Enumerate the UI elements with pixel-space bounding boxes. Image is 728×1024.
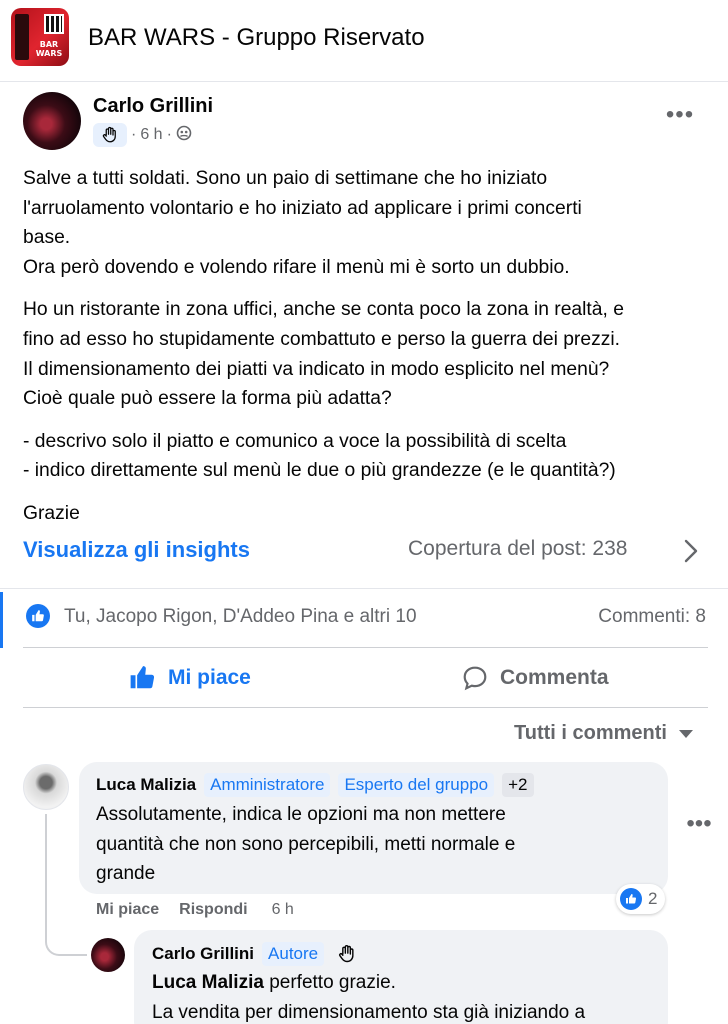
author-badge[interactable]: Autore (262, 942, 325, 966)
logo-qr-code (44, 14, 64, 34)
post-line: - descrivo solo il piatto e comunico a v… (23, 430, 567, 452)
mention-link[interactable]: Luca Malizia (152, 972, 264, 993)
group-title[interactable]: BAR WARS - Gruppo Riservato (88, 24, 425, 52)
divider (23, 647, 708, 648)
post-line: Grazie (23, 502, 80, 524)
thread-connector (45, 938, 87, 956)
post-time[interactable]: 6 h (140, 126, 162, 144)
like-label: Mi piace (168, 666, 251, 689)
comment-actions: Mi piace Rispondi 6 h (96, 901, 294, 919)
post-author-name[interactable]: Carlo Grillini (93, 95, 213, 118)
more-badges[interactable]: +2 (502, 773, 534, 797)
post-line: Il dimensionamento dei piatti va indicat… (23, 358, 610, 380)
logo-strip (15, 14, 29, 60)
divider (23, 707, 708, 708)
like-icon (130, 666, 155, 689)
like-reaction-icon[interactable] (26, 604, 50, 628)
post-paragraph-3: - descrivo solo il piatto e comunico a v… (23, 427, 713, 486)
view-insights-link[interactable]: Visualizza gli insights (23, 537, 250, 563)
comment-line: Assolutamente, indica le opzioni ma non … (96, 804, 506, 825)
meta-separator-2: · (166, 126, 172, 143)
post-line: Salve a tutti soldati. Sono un paio di s… (23, 168, 548, 189)
comment-label: Commenta (500, 666, 609, 689)
post-meta: · 6 h · (93, 122, 192, 148)
comment-header: Luca Malizia Amministratore Esperto del … (96, 771, 534, 799)
reply-header: Carlo Grillini Autore (152, 940, 362, 968)
reaction-count: 2 (648, 889, 658, 908)
expert-badge[interactable]: Esperto del gruppo (338, 773, 495, 797)
comment-reactions[interactable]: 2 (616, 884, 666, 914)
post-more-icon[interactable]: ••• (664, 103, 696, 133)
top-bar: BAR WARS BAR WARS - Gruppo Riservato (0, 0, 728, 82)
comment-button[interactable]: Commenta (462, 662, 609, 694)
comment-more-icon[interactable]: ••• (683, 812, 715, 840)
post-line: Ho un ristorante in zona uffici, anche s… (23, 299, 624, 321)
comment-line: grande (96, 863, 156, 884)
post-line: fino ad esso ho stupidamente combattuto … (23, 328, 621, 350)
commenter-avatar[interactable] (23, 764, 69, 810)
divider (0, 588, 728, 589)
post-line: Ora però dovendo e volendo rifare il men… (23, 256, 570, 278)
group-logo[interactable]: BAR WARS (11, 8, 69, 66)
comment-time[interactable]: 6 h (272, 901, 294, 919)
logo-text: BAR WARS (35, 40, 63, 58)
post-paragraph-1: Salve a tutti soldati. Sono un paio di s… (23, 164, 713, 282)
comment-line: quantità che non sono percepibili, metti… (96, 833, 516, 855)
comment-text: Assolutamente, indica le opzioni ma non … (96, 800, 656, 889)
commenter-name[interactable]: Luca Malizia (96, 775, 196, 795)
reply-line: La vendita per dimensionamento sta già i… (152, 1001, 586, 1023)
wave-hand-icon[interactable] (93, 123, 127, 147)
admin-badge[interactable]: Amministratore (204, 773, 331, 797)
reply-text: Luca Malizia perfetto grazie. La vendita… (152, 968, 662, 1024)
post-line: base. (23, 227, 71, 249)
author-avatar[interactable] (23, 92, 81, 150)
comment-icon (463, 666, 487, 691)
post-line: - indico direttamente sul menù le due o … (23, 460, 616, 482)
caret-down-icon (678, 729, 693, 738)
post-reach[interactable]: Copertura del post: 238 (408, 537, 627, 561)
comments-sort-label: Tutti i commenti (514, 722, 667, 744)
comment-reply-button[interactable]: Rispondi (179, 901, 247, 919)
post-paragraph-2: Ho un ristorante in zona uffici, anche s… (23, 295, 713, 413)
like-reaction-icon (620, 888, 642, 910)
chevron-right-icon[interactable] (680, 536, 702, 566)
post-body: Salve a tutti soldati. Sono un paio di s… (23, 164, 713, 542)
reactors-summary[interactable]: Tu, Jacopo Rigon, D'Addeo Pina e altri 1… (64, 606, 417, 628)
like-button[interactable]: Mi piace (128, 662, 251, 694)
comment-like-button[interactable]: Mi piace (96, 901, 159, 919)
accent-bar (0, 592, 3, 648)
comment-count[interactable]: Commenti: 8 (598, 606, 706, 628)
reply-avatar[interactable] (91, 938, 125, 972)
reply-author-name[interactable]: Carlo Grillini (152, 944, 254, 964)
post-line: Cioè quale può essere la forma più adatt… (23, 388, 392, 410)
reply-line: perfetto grazie. (263, 972, 396, 993)
thread-line (45, 814, 47, 940)
post-line: l'arruolamento volontario e ho iniziato … (23, 197, 582, 219)
group-privacy-icon (176, 125, 192, 146)
meta-separator: · (131, 126, 137, 143)
wave-hand-icon[interactable] (332, 941, 362, 967)
post-paragraph-4: Grazie (23, 499, 713, 529)
comments-sort-dropdown[interactable]: Tutti i commenti (514, 722, 693, 745)
